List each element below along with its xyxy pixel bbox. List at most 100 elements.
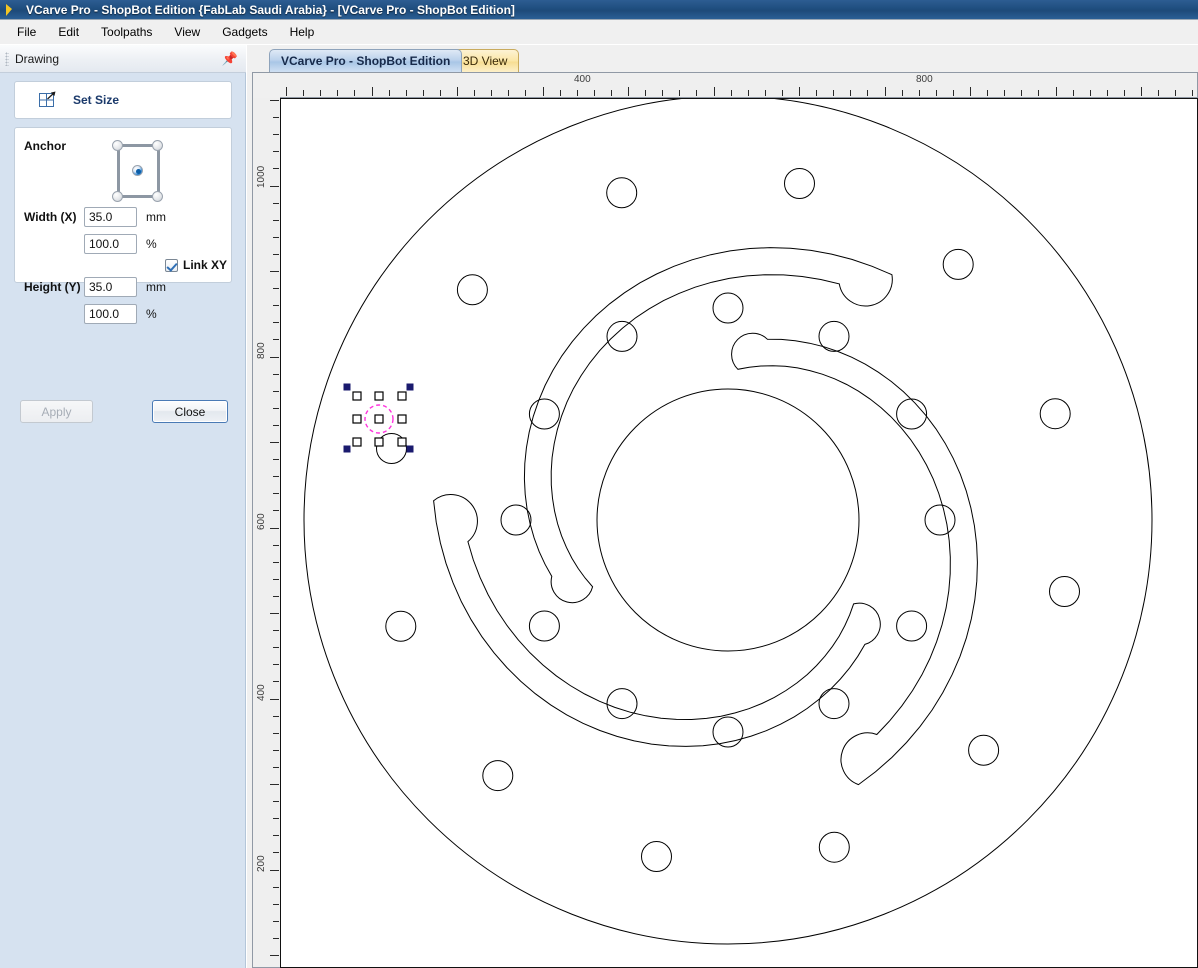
- selection-corner-handle: [344, 384, 350, 390]
- inner-ring-hole: [925, 505, 955, 535]
- ruler-tick-minor: [611, 90, 612, 96]
- selection-corner-handle: [407, 446, 413, 452]
- ruler-tick-minor: [273, 579, 279, 580]
- width-percent-input[interactable]: [84, 234, 137, 254]
- apply-button[interactable]: Apply: [20, 400, 93, 423]
- ruler-tick-minor: [748, 90, 749, 96]
- selection-corner-handle: [407, 384, 413, 390]
- ruler-tick-minor: [273, 750, 279, 751]
- outer-ring-hole: [386, 611, 416, 641]
- ruler-tick-minor: [867, 90, 868, 96]
- ruler-tick-major: [799, 87, 800, 96]
- tab-2d-view[interactable]: VCarve Pro - ShopBot Edition: [269, 49, 462, 72]
- ruler-tick-minor: [273, 681, 279, 682]
- anchor-center[interactable]: [132, 165, 143, 176]
- ruler-tick-major: [270, 100, 279, 101]
- ruler-tick-minor: [273, 220, 279, 221]
- menu-item-file[interactable]: File: [6, 22, 47, 42]
- ruler-tick-minor: [273, 596, 279, 597]
- size-settings-section: Anchor Width (X) mm % Link XY Height (Y)…: [14, 127, 232, 283]
- height-unit: mm: [146, 280, 166, 294]
- horizontal-ruler-label: 400: [574, 74, 591, 85]
- menu-item-help[interactable]: Help: [279, 22, 326, 42]
- ruler-tick-minor: [273, 852, 279, 853]
- outer-ring-hole: [607, 178, 637, 208]
- menu-item-edit[interactable]: Edit: [47, 22, 90, 42]
- ruler-tick-minor: [320, 90, 321, 96]
- ruler-tick-minor: [1021, 90, 1022, 96]
- menu-item-gadgets[interactable]: Gadgets: [211, 22, 278, 42]
- ruler-tick-minor: [273, 408, 279, 409]
- ruler-tick-major: [885, 87, 886, 96]
- ruler-tick-minor: [273, 767, 279, 768]
- ruler-tick-minor: [662, 90, 663, 96]
- outer-ring-hole: [457, 275, 487, 305]
- width-input[interactable]: [84, 207, 137, 227]
- anchor-label: Anchor: [24, 139, 66, 153]
- ruler-tick-minor: [337, 90, 338, 96]
- anchor-top-right[interactable]: [152, 140, 163, 151]
- anchor-selector[interactable]: [108, 140, 178, 202]
- curved-slot: [524, 248, 892, 603]
- ruler-tick-minor: [273, 374, 279, 375]
- anchor-bottom-left[interactable]: [112, 191, 123, 202]
- outer-ring-hole: [1040, 399, 1070, 429]
- link-xy-row[interactable]: Link XY: [165, 258, 227, 272]
- ruler-tick-minor: [273, 134, 279, 135]
- inner-ring-hole: [607, 321, 637, 351]
- anchor-top-left[interactable]: [112, 140, 123, 151]
- ruler-tick-major: [270, 442, 279, 443]
- ruler-tick-major: [270, 955, 279, 956]
- horizontal-ruler[interactable]: 400 800: [280, 72, 1198, 98]
- menu-item-toolpaths[interactable]: Toolpaths: [90, 22, 163, 42]
- ruler-tick-minor: [354, 90, 355, 96]
- drag-grip-icon[interactable]: [5, 52, 9, 66]
- horizontal-ruler-label: 800: [916, 74, 933, 85]
- width-label: Width (X): [24, 210, 77, 224]
- selection-handle: [398, 415, 406, 423]
- ruler-tick-minor: [273, 904, 279, 905]
- ruler-tick-major: [270, 528, 279, 529]
- inner-ring-hole: [819, 321, 849, 351]
- ruler-tick-major: [270, 357, 279, 358]
- ruler-tick-minor: [679, 90, 680, 96]
- ruler-tick-minor: [273, 425, 279, 426]
- inner-ring-hole: [713, 293, 743, 323]
- ruler-tick-major: [270, 699, 279, 700]
- ruler-tick-minor: [525, 90, 526, 96]
- vertical-ruler[interactable]: 1000800600400200: [252, 98, 280, 968]
- ruler-tick-minor: [1192, 90, 1193, 96]
- ruler-tick-major: [270, 271, 279, 272]
- vertical-ruler-label: 1000: [256, 166, 267, 188]
- anchor-bottom-right[interactable]: [152, 191, 163, 202]
- pushpin-icon[interactable]: 📌: [222, 52, 238, 65]
- vertical-ruler-label: 400: [256, 684, 267, 701]
- inner-ring-hole: [819, 689, 849, 719]
- ruler-tick-major: [1056, 87, 1057, 96]
- ruler-tick-minor: [273, 151, 279, 152]
- menu-item-view[interactable]: View: [163, 22, 211, 42]
- disc-outline: [304, 99, 1152, 944]
- ruler-tick-minor: [1158, 90, 1159, 96]
- close-button[interactable]: Close: [152, 400, 228, 423]
- ruler-tick-minor: [577, 90, 578, 96]
- ruler-tick-major: [270, 613, 279, 614]
- link-xy-checkbox[interactable]: [165, 259, 178, 272]
- ruler-tick-minor: [782, 90, 783, 96]
- selection-handle: [398, 392, 406, 400]
- height-input[interactable]: [84, 277, 137, 297]
- height-percent-input[interactable]: [84, 304, 137, 324]
- curved-slot: [434, 494, 881, 746]
- ruler-tick-minor: [273, 254, 279, 255]
- menu-bar: File Edit Toolpaths View Gadgets Help: [0, 20, 1198, 45]
- outer-ring-hole: [943, 249, 973, 279]
- selection-handle: [353, 415, 361, 423]
- drawing-canvas[interactable]: [280, 98, 1198, 968]
- selection-handle: [398, 438, 406, 446]
- vertical-ruler-label: 800: [256, 342, 267, 359]
- curved-slot: [732, 333, 978, 784]
- width-percent-unit: %: [146, 237, 157, 251]
- outer-ring-hole: [969, 735, 999, 765]
- ruler-tick-minor: [423, 90, 424, 96]
- ruler-tick-minor: [273, 818, 279, 819]
